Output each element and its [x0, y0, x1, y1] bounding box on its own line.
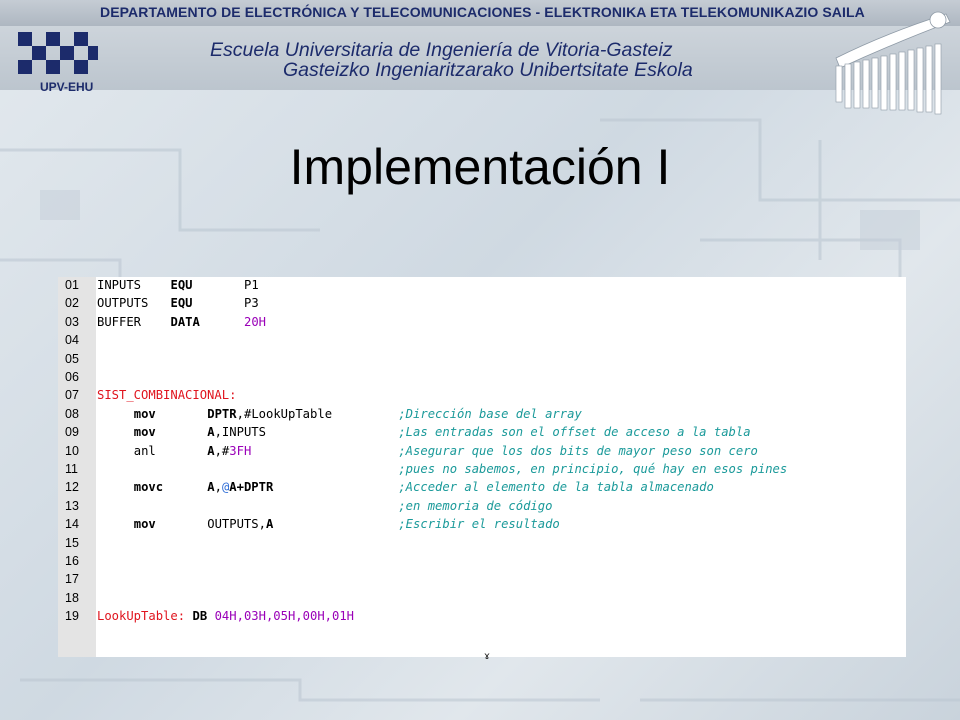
line-number: 07	[65, 388, 79, 403]
code-token: INPUTS	[97, 278, 142, 292]
code-line: 15	[58, 536, 906, 554]
upv-ehu-logo-icon	[18, 32, 98, 74]
code-token: DATA	[170, 314, 200, 329]
code-label: SIST_COMBINACIONAL:	[97, 388, 237, 403]
code-line: 16	[58, 554, 906, 572]
code-token: A	[266, 517, 274, 532]
code-comment: ;Acceder al elemento de la tabla almacen…	[398, 480, 714, 495]
code-token: A+DPTR	[229, 480, 274, 495]
code-line: 14 mov OUTPUTS, A ;Escribir el resultado	[58, 517, 906, 535]
code-token: EQU	[170, 296, 193, 311]
code-comment: ;pues no sabemos, en principio, qué hay …	[398, 462, 788, 476]
code-line: 06	[58, 370, 906, 388]
code-comment: ;Las entradas son el offset de acceso a …	[398, 425, 751, 440]
code-line: 04	[58, 333, 906, 351]
line-number: 14	[65, 517, 79, 532]
code-token: mov	[133, 425, 156, 440]
line-number: 10	[65, 443, 79, 458]
line-number: 17	[65, 572, 79, 587]
code-line: 19 LookUpTable: DB 04H,03H,05H,00H,01H	[58, 609, 906, 627]
code-token: mov	[133, 406, 156, 421]
code-token: P1	[244, 278, 259, 292]
line-number: 13	[65, 498, 79, 513]
code-comment: ;Dirección base del array	[398, 406, 582, 421]
code-line: 09 mov A ,INPUTS ;Las entradas son el offset…	[58, 425, 906, 443]
line-number: 02	[65, 296, 79, 311]
code-token: movc	[133, 480, 164, 495]
line-number: 12	[65, 480, 79, 495]
line-number: 18	[65, 590, 79, 605]
code-line: 18	[58, 591, 906, 609]
code-token: BUFFER	[97, 314, 142, 329]
code-line: 12 movc A, @ A+DPTR ;Acceder al elemento de l…	[58, 480, 906, 498]
code-line: 05	[58, 352, 906, 370]
code-comment: ;en memoria de código	[398, 498, 553, 513]
code-token: ,#	[214, 443, 230, 458]
code-token: OUTPUTS,	[207, 517, 266, 532]
code-token: OUTPUTS	[97, 296, 149, 311]
code-token: DB	[192, 609, 208, 624]
code-token: A	[207, 425, 215, 440]
code-token: A	[207, 443, 215, 458]
line-number: 09	[65, 425, 79, 440]
code-comment: ;Escribir el resultado	[398, 517, 560, 532]
code-token: A	[207, 480, 215, 495]
code-line: 17	[58, 572, 906, 590]
page-title: Implementación I	[289, 139, 671, 195]
code-token: P3	[244, 296, 259, 311]
code-line: 03 BUFFER DATA 20H	[58, 315, 906, 333]
code-token: 20H	[244, 314, 267, 329]
code-label: LookUpTable:	[97, 609, 186, 624]
line-number: 16	[65, 554, 79, 568]
code-token: @	[221, 480, 230, 495]
department-title: DEPARTAMENTO DE ELECTRÓNICA Y TELECOMUNI…	[100, 4, 865, 20]
code-token: mov	[133, 517, 156, 532]
line-number: 15	[65, 535, 79, 550]
code-line: 02 OUTPUTS EQU P3	[58, 296, 906, 314]
school-comb-logo-icon	[835, 11, 951, 115]
school-name-basque: Gasteizko Ingeniaritzarako Unibertsitate…	[283, 59, 693, 81]
mouse-cursor-icon: ɤ	[484, 651, 490, 662]
line-number: 03	[65, 314, 79, 329]
line-number: 01	[65, 278, 79, 292]
code-token: ,INPUTS	[214, 425, 266, 440]
code-token: 04H,03H,05H,00H,01H	[214, 609, 355, 624]
line-number: 08	[65, 406, 79, 421]
code-token: 3FH	[229, 443, 252, 458]
code-token: anl	[133, 443, 156, 458]
line-number: 11	[65, 462, 78, 476]
line-number: 06	[65, 370, 79, 384]
line-number: 04	[65, 333, 79, 348]
code-line: 07 SIST_COMBINACIONAL:	[58, 388, 906, 406]
code-line: 11 ;pues no sabemos, en principio, qué ha…	[58, 462, 906, 480]
code-token: ,#LookUpTable	[236, 406, 333, 421]
code-comment: ;Asegurar que los dos bits de mayor peso…	[398, 443, 758, 458]
upv-ehu-logo-text: UPV-EHU	[40, 80, 94, 94]
code-line: 01 INPUTS EQU P1	[58, 278, 906, 296]
code-line: 13 ;en memoria de código	[58, 499, 906, 517]
line-number: 05	[65, 351, 79, 366]
code-listing-panel: 01 INPUTS EQU P1 02 OUTPUTS EQU P3 03 BUFFER DATA 2…	[58, 277, 906, 657]
code-token: ,	[214, 480, 222, 495]
header-banner: DEPARTAMENTO DE ELECTRÓNICA Y TELECOMUNI…	[0, 0, 960, 120]
code-line: 08 mov DPTR ,#LookUpTable ;Dirección base de…	[58, 407, 906, 425]
code-token: DPTR	[207, 406, 237, 421]
line-number: 19	[65, 609, 79, 624]
code-line: 10 anl A ,# 3FH ;Asegurar que los dos bits de…	[58, 444, 906, 462]
code-token: EQU	[170, 278, 193, 292]
